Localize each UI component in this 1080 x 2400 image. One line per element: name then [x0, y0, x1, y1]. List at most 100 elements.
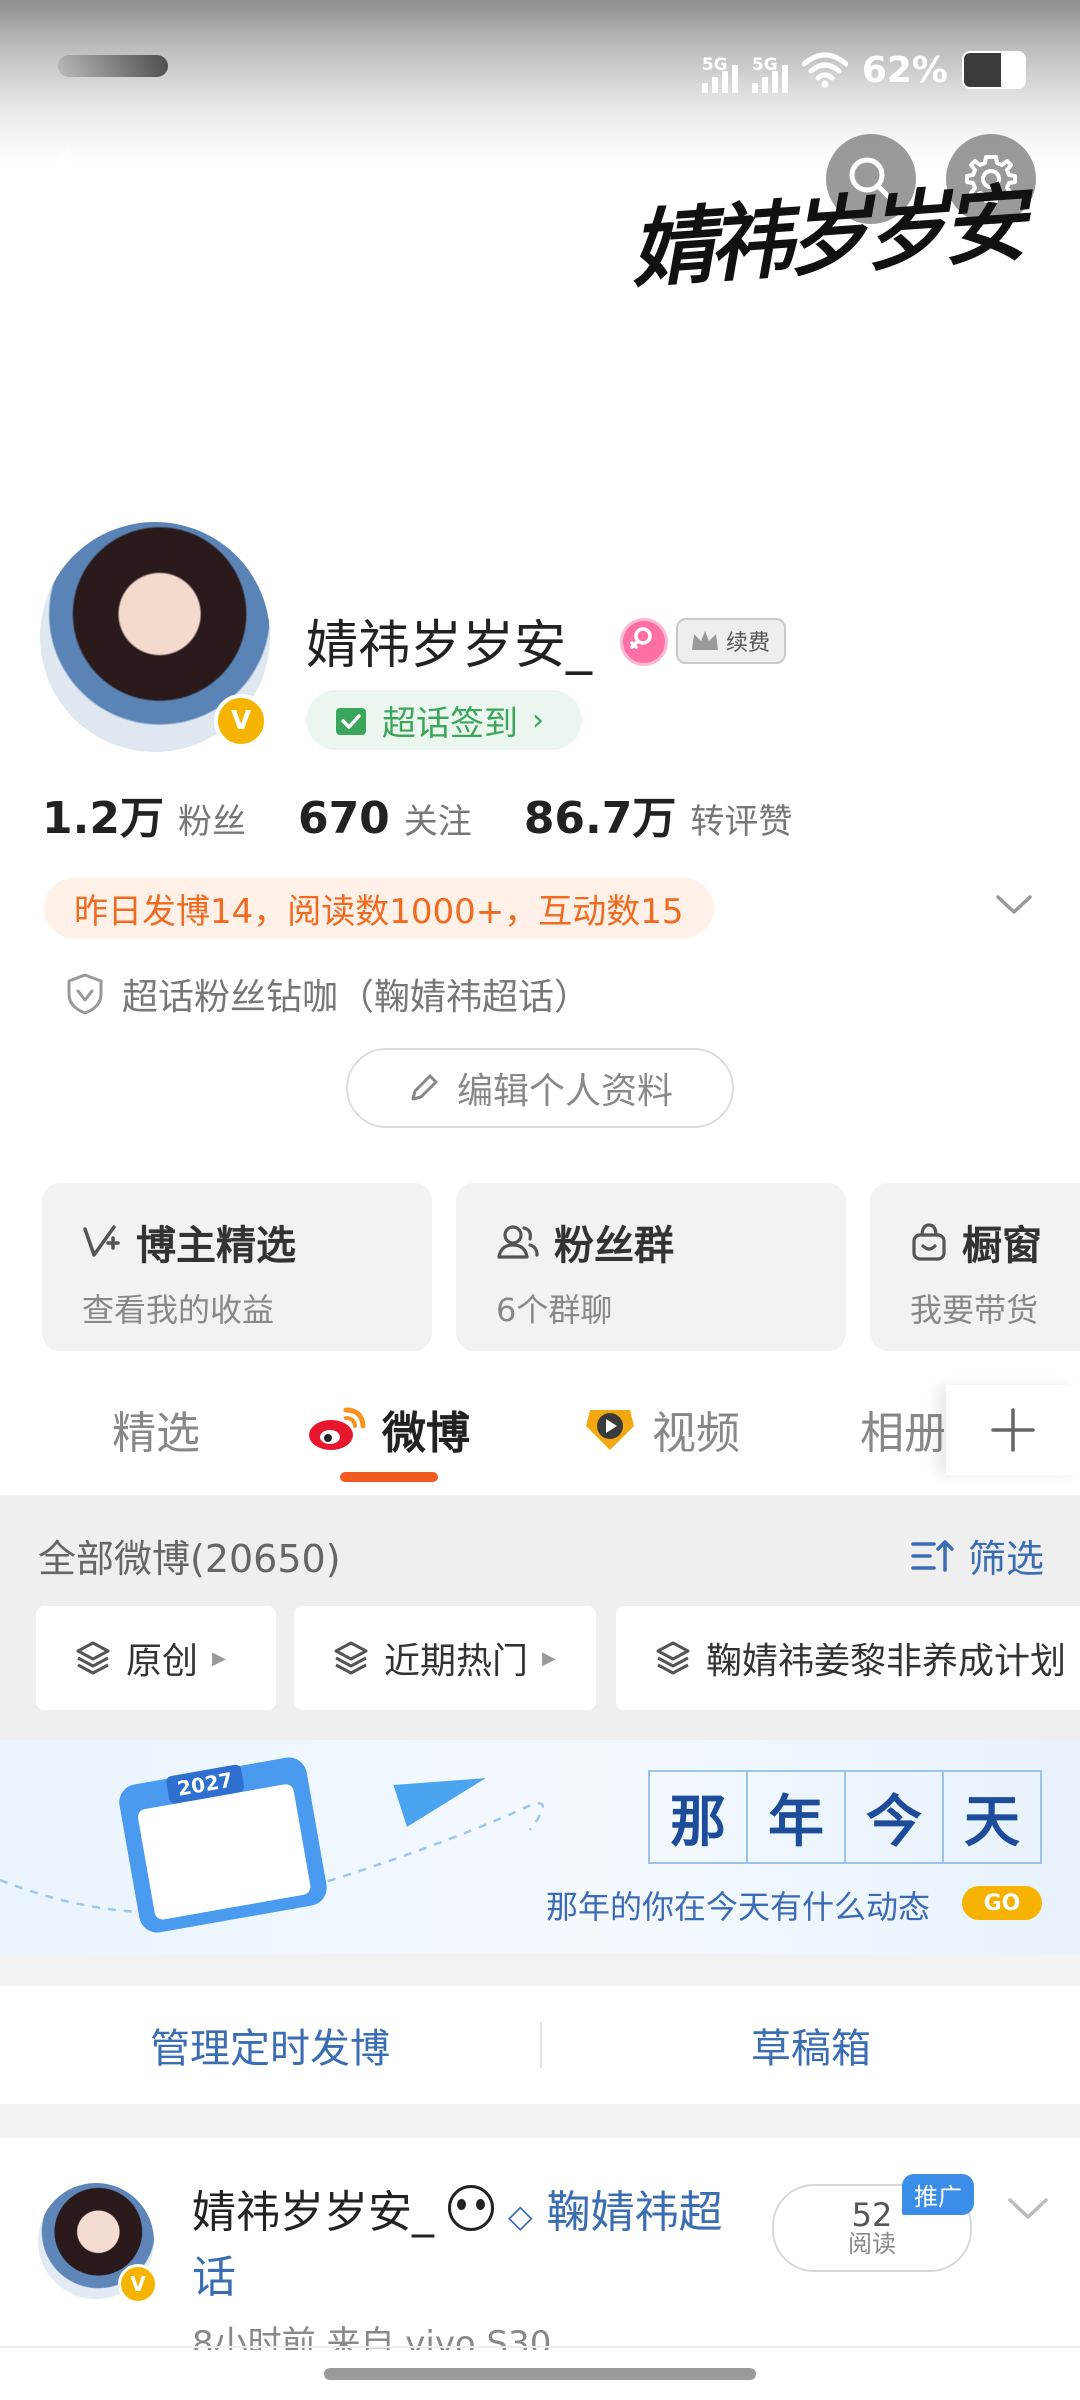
- post-meta: 8小时前 来自 vivo S30: [192, 2324, 552, 2350]
- profile-stats: 1.2万 粉丝 670 关注 86.7万 转评赞: [42, 782, 792, 846]
- gender-badge-icon: [620, 618, 668, 666]
- vip-renew-label: 续费: [726, 631, 771, 656]
- card-fan-group[interactable]: 粉丝群 6个群聊: [456, 1183, 846, 1351]
- chevron-right-icon: ›: [532, 702, 544, 738]
- stat-value: 86.7万: [523, 793, 677, 844]
- battery-fill: [964, 53, 1002, 87]
- chip-label: 原创: [126, 1641, 199, 1682]
- stat-label: 关注: [403, 802, 472, 842]
- battery-icon: [962, 51, 1026, 89]
- chip-recent-hot[interactable]: 近期热门 ▶: [294, 1606, 596, 1710]
- fan-privilege-row[interactable]: 超话粉丝钻咖（鞠婧祎超话）: [66, 968, 590, 1020]
- calendar-check-icon: [336, 708, 366, 735]
- chevron-left-icon: [39, 151, 71, 211]
- card-title: 橱窗: [962, 1223, 1042, 1269]
- vip-renew-badge[interactable]: 续费: [676, 618, 787, 664]
- drafts-button[interactable]: 草稿箱: [542, 1986, 1080, 2104]
- chevron-down-icon: [1008, 2198, 1048, 2219]
- stat-label: 粉丝: [177, 802, 246, 842]
- card-title: 粉丝群: [554, 1223, 674, 1269]
- pen-check-icon: [83, 1225, 120, 1257]
- chip-label: 鞠婧祎姜黎非养成计划: [706, 1641, 1067, 1682]
- add-tab-button[interactable]: [946, 1385, 1080, 1475]
- card-subtitle: 6个群聊: [496, 1291, 613, 1329]
- go-button[interactable]: GO: [962, 1886, 1042, 1920]
- profile-tabs: 精选 微博 视频 相册: [0, 1365, 1080, 1495]
- tab-label: 视频: [652, 1408, 740, 1459]
- post-header: 婧祎岁岁安_ ◇ 鞠婧祎超话: [192, 2182, 752, 2309]
- manage-row: 管理定时发博 草稿箱: [0, 1986, 1080, 2104]
- panda-icon: [448, 2185, 494, 2231]
- back-button[interactable]: [36, 150, 76, 216]
- tab-album[interactable]: 相册: [860, 1397, 944, 1461]
- fan-privilege-label: 超话粉丝钻咖（鞠婧祎超话）: [122, 977, 591, 1018]
- status-indicator: [58, 55, 168, 77]
- title-char: 年: [746, 1770, 846, 1864]
- filter-button[interactable]: 筛选: [910, 1528, 1044, 1583]
- chip-original[interactable]: 原创 ▶: [36, 1606, 276, 1710]
- plus-icon: [991, 1408, 1035, 1452]
- expand-button[interactable]: [994, 893, 1034, 921]
- card-title: 博主精选: [136, 1223, 296, 1269]
- signal-icon: 5G: [701, 47, 738, 93]
- diamond-icon: ◇: [508, 2197, 533, 2235]
- on-this-day-banner[interactable]: 2027 那 年 今 天 那年的你在今天有什么动态 GO: [0, 1740, 1080, 1954]
- wifi-icon: [801, 52, 848, 88]
- stat-fans[interactable]: 1.2万 粉丝: [42, 782, 246, 846]
- nav-divider: [0, 2346, 1080, 2348]
- profile-username: 婧祎岁岁安_: [306, 616, 593, 676]
- tab-label: 微博: [382, 1408, 470, 1459]
- card-subtitle: 我要带货: [910, 1291, 1039, 1329]
- on-this-day-title: 那 年 今 天: [648, 1770, 1042, 1864]
- section-separator: [0, 1954, 1080, 1986]
- title-char: 天: [942, 1770, 1042, 1864]
- edit-profile-button[interactable]: 编辑个人资料: [346, 1048, 734, 1128]
- tab-weibo[interactable]: 微博: [306, 1397, 470, 1461]
- chaohua-checkin-label: 超话签到: [382, 703, 518, 744]
- title-char: 今: [844, 1770, 944, 1864]
- edit-profile-label: 编辑个人资料: [456, 1071, 673, 1112]
- post-more-button[interactable]: [1006, 2196, 1050, 2226]
- caret-right-icon: ▶: [212, 1647, 226, 1669]
- on-this-day-subtitle: 那年的你在今天有什么动态: [546, 1888, 931, 1926]
- post-author-name[interactable]: 婧祎岁岁安_: [192, 2187, 434, 2238]
- stat-interactions[interactable]: 86.7万 转评赞: [524, 782, 793, 846]
- stat-following[interactable]: 670 关注: [298, 793, 472, 844]
- tab-label: 精选: [112, 1408, 200, 1459]
- read-count: 52: [851, 2195, 893, 2234]
- video-play-icon: [586, 1410, 634, 1450]
- layers-icon: [76, 1641, 110, 1675]
- stat-label: 转评赞: [690, 802, 793, 842]
- stat-value: 670: [297, 793, 390, 844]
- tab-video[interactable]: 视频: [582, 1397, 740, 1461]
- home-indicator[interactable]: [324, 2368, 756, 2380]
- group-icon: [497, 1225, 539, 1259]
- tab-featured[interactable]: 精选: [112, 1397, 200, 1461]
- promote-badge[interactable]: 推广: [902, 2174, 974, 2215]
- verified-v-badge: V: [214, 694, 268, 748]
- activity-summary[interactable]: 昨日发博14，阅读数1000+，互动数15: [44, 878, 714, 938]
- shield-icon: [67, 973, 103, 1015]
- network-type: 5G: [751, 55, 778, 75]
- status-bar: 5G 5G 62%: [701, 40, 1026, 100]
- card-creator-picks[interactable]: 博主精选 查看我的收益: [42, 1183, 432, 1351]
- card-showcase[interactable]: 橱窗 我要带货: [870, 1183, 1080, 1351]
- scheduled-posts-button[interactable]: 管理定时发博: [0, 1986, 540, 2104]
- caret-right-icon: ▶: [542, 1647, 556, 1669]
- verified-v-badge: V: [118, 2264, 158, 2304]
- crown-icon: [692, 631, 718, 650]
- layers-icon: [334, 1641, 368, 1675]
- all-weibo-count: 全部微博(20650): [38, 1537, 341, 1581]
- read-label: 阅读: [848, 2230, 896, 2259]
- battery-percent: 62%: [861, 49, 948, 91]
- network-type: 5G: [701, 55, 728, 75]
- shopping-bag-icon: [912, 1223, 946, 1261]
- signal-icon: 5G: [751, 47, 788, 93]
- active-tab-indicator: [340, 1472, 438, 1482]
- chaohua-checkin-button[interactable]: 超话签到 ›: [306, 690, 582, 750]
- weibo-logo-icon: [309, 1407, 366, 1450]
- section-separator: [0, 2104, 1080, 2138]
- chevron-down-icon: [996, 895, 1032, 914]
- chip-topic-plan[interactable]: 鞠婧祎姜黎非养成计划: [616, 1606, 1080, 1710]
- filter-sort-icon: [911, 1539, 954, 1572]
